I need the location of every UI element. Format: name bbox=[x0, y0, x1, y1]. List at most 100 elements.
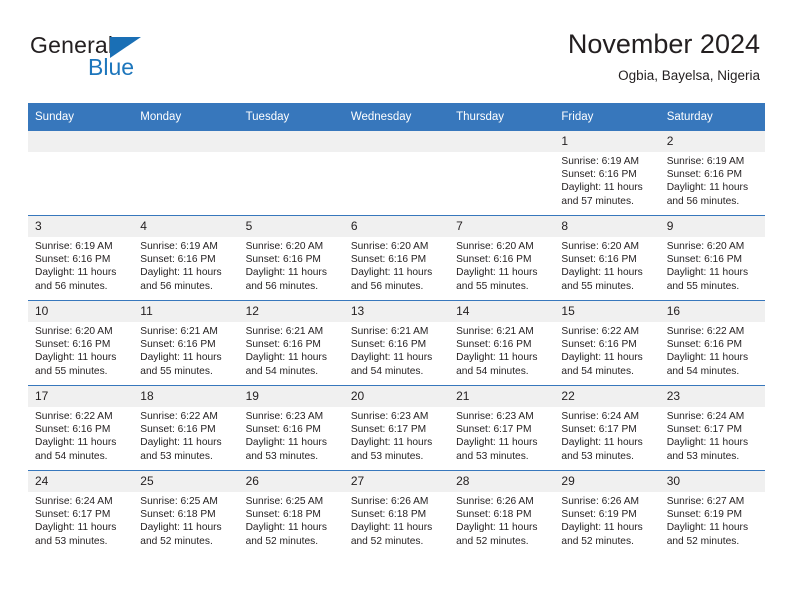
day-sunrise-text: Sunrise: 6:24 AM bbox=[561, 411, 639, 422]
day-daylight-1-text: Daylight: 11 hours bbox=[245, 437, 327, 449]
day-daylight-2-text: and 52 minutes. bbox=[561, 535, 634, 547]
calendar-day-cell[interactable]: 24 Sunrise: 6:24 AM Sunset: 6:17 PM Dayligh… bbox=[28, 470, 134, 555]
calendar-day-cell[interactable]: 30 Sunrise: 6:27 AM Sunset: 6:19 PM Dayligh… bbox=[659, 470, 765, 555]
day-number: 25 bbox=[133, 471, 239, 492]
day-sunrise-text: Sunrise: 6:21 AM bbox=[350, 326, 429, 337]
day-daylight-2-text: and 56 minutes. bbox=[350, 280, 424, 292]
day-daylight-2-text: and 54 minutes. bbox=[245, 365, 319, 377]
calendar-day-cell[interactable]: 7 Sunrise: 6:20 AM Sunset: 6:16 PM Daylight… bbox=[449, 215, 555, 301]
day-sun-info: Sunrise: 6:19 AM Sunset: 6:16 PM Daylight:… bbox=[660, 152, 765, 208]
day-sun-info: Sunrise: 6:20 AM Sunset: 6:16 PM Daylight:… bbox=[554, 237, 659, 293]
day-daylight-2-text: and 53 minutes. bbox=[245, 450, 319, 462]
day-daylight-1-text: Daylight: 11 hours bbox=[245, 522, 327, 534]
calendar-day-cell[interactable]: 21 Sunrise: 6:23 AM Sunset: 6:17 PM Dayligh… bbox=[449, 385, 555, 471]
day-sunset-text: Sunset: 6:16 PM bbox=[666, 169, 743, 181]
calendar-day-cell[interactable]: 5 Sunrise: 6:20 AM Sunset: 6:16 PM Daylight… bbox=[238, 215, 344, 301]
logo-word-blue: Blue bbox=[88, 54, 135, 80]
day-daylight-1-text: Daylight: 11 hours bbox=[561, 522, 643, 534]
calendar-day-cell[interactable]: 22 Sunrise: 6:24 AM Sunset: 6:17 PM Dayligh… bbox=[554, 385, 660, 471]
calendar-day-cell[interactable]: 25 Sunrise: 6:25 AM Sunset: 6:18 PM Dayligh… bbox=[133, 470, 239, 555]
general-blue-logo[interactable]: General Blue bbox=[30, 32, 250, 86]
day-daylight-2-text: and 54 minutes. bbox=[666, 365, 740, 377]
page-header: General Blue November 2024 Ogbia, Bayels… bbox=[0, 0, 792, 96]
location-subtitle: Ogbia, Bayelsa, Nigeria bbox=[618, 68, 760, 83]
day-sunset-text: Sunset: 6:18 PM bbox=[350, 509, 427, 521]
calendar-day-cell[interactable]: 2 Sunrise: 6:19 AM Sunset: 6:16 PM Daylight… bbox=[659, 131, 765, 216]
calendar-day-cell[interactable]: 20 Sunrise: 6:23 AM Sunset: 6:17 PM Dayligh… bbox=[343, 385, 450, 471]
day-number bbox=[133, 131, 239, 152]
day-sunset-text: Sunset: 6:16 PM bbox=[140, 339, 216, 351]
calendar-day-cell[interactable]: 18 Sunrise: 6:22 AM Sunset: 6:16 PM Dayligh… bbox=[133, 385, 239, 471]
calendar-day-cell[interactable]: 1 Sunrise: 6:19 AM Sunset: 6:16 PM Daylight… bbox=[554, 131, 660, 216]
day-sunrise-text: Sunrise: 6:21 AM bbox=[245, 326, 324, 337]
calendar-day-cell[interactable]: 9 Sunrise: 6:20 AM Sunset: 6:16 PM Daylight… bbox=[659, 215, 765, 301]
day-sunrise-text: Sunrise: 6:24 AM bbox=[35, 496, 113, 507]
day-sunset-text: Sunset: 6:17 PM bbox=[456, 424, 532, 436]
calendar-day-cell[interactable]: 16 Sunrise: 6:22 AM Sunset: 6:16 PM Dayligh… bbox=[659, 300, 765, 386]
day-daylight-2-text: and 53 minutes. bbox=[456, 450, 529, 462]
day-sunset-text: Sunset: 6:18 PM bbox=[140, 509, 216, 521]
day-sunrise-text: Sunrise: 6:23 AM bbox=[456, 411, 534, 422]
day-daylight-1-text: Daylight: 11 hours bbox=[561, 437, 643, 449]
day-daylight-1-text: Daylight: 11 hours bbox=[350, 267, 433, 279]
calendar-day-cell-empty bbox=[28, 131, 134, 216]
day-sunrise-text: Sunrise: 6:22 AM bbox=[140, 411, 218, 422]
day-daylight-1-text: Daylight: 11 hours bbox=[140, 522, 222, 534]
day-sun-info: Sunrise: 6:19 AM Sunset: 6:16 PM Daylight:… bbox=[554, 152, 659, 208]
day-sunrise-text: Sunrise: 6:20 AM bbox=[456, 241, 534, 252]
day-sunrise-text: Sunrise: 6:22 AM bbox=[561, 326, 639, 337]
day-sun-info: Sunrise: 6:24 AM Sunset: 6:17 PM Daylight:… bbox=[660, 407, 765, 463]
day-sun-info: Sunrise: 6:19 AM Sunset: 6:16 PM Daylight:… bbox=[133, 237, 238, 293]
calendar-day-cell[interactable]: 4 Sunrise: 6:19 AM Sunset: 6:16 PM Daylight… bbox=[133, 215, 239, 301]
weekday-header-thursday: Thursday bbox=[449, 103, 555, 131]
day-daylight-1-text: Daylight: 11 hours bbox=[456, 267, 538, 279]
calendar-day-cell[interactable]: 28 Sunrise: 6:26 AM Sunset: 6:18 PM Dayligh… bbox=[449, 470, 555, 555]
weekday-header-friday: Friday bbox=[554, 103, 660, 131]
calendar-week-row: 1 Sunrise: 6:19 AM Sunset: 6:16 PM Daylight… bbox=[28, 131, 765, 216]
day-daylight-2-text: and 56 minutes. bbox=[35, 280, 108, 292]
day-daylight-2-text: and 53 minutes. bbox=[140, 450, 213, 462]
calendar-day-cell[interactable]: 6 Sunrise: 6:20 AM Sunset: 6:16 PM Daylight… bbox=[343, 215, 450, 301]
day-number: 28 bbox=[449, 471, 555, 492]
calendar-day-cell-empty bbox=[343, 131, 450, 216]
calendar-day-cell[interactable]: 19 Sunrise: 6:23 AM Sunset: 6:16 PM Dayligh… bbox=[238, 385, 344, 471]
day-sunset-text: Sunset: 6:16 PM bbox=[35, 424, 111, 436]
day-sunrise-text: Sunrise: 6:23 AM bbox=[245, 411, 324, 422]
calendar-day-cell[interactable]: 23 Sunrise: 6:24 AM Sunset: 6:17 PM Dayligh… bbox=[659, 385, 765, 471]
day-daylight-2-text: and 55 minutes. bbox=[561, 280, 634, 292]
calendar-day-cell[interactable]: 14 Sunrise: 6:21 AM Sunset: 6:16 PM Dayligh… bbox=[449, 300, 555, 386]
calendar-week-row: 24 Sunrise: 6:24 AM Sunset: 6:17 PM Dayligh… bbox=[28, 470, 765, 555]
calendar-week-row: 3 Sunrise: 6:19 AM Sunset: 6:16 PM Daylight… bbox=[28, 215, 765, 301]
day-daylight-1-text: Daylight: 11 hours bbox=[35, 437, 117, 449]
calendar-day-cell[interactable]: 17 Sunrise: 6:22 AM Sunset: 6:16 PM Dayligh… bbox=[28, 385, 134, 471]
day-daylight-2-text: and 55 minutes. bbox=[456, 280, 529, 292]
day-daylight-1-text: Daylight: 11 hours bbox=[456, 437, 538, 449]
day-sun-info: Sunrise: 6:25 AM Sunset: 6:18 PM Daylight:… bbox=[239, 492, 344, 548]
day-sunrise-text: Sunrise: 6:20 AM bbox=[350, 241, 429, 252]
day-daylight-2-text: and 52 minutes. bbox=[456, 535, 529, 547]
day-number: 22 bbox=[554, 386, 660, 407]
calendar-day-cell[interactable]: 27 Sunrise: 6:26 AM Sunset: 6:18 PM Dayligh… bbox=[343, 470, 450, 555]
calendar-day-cell[interactable]: 12 Sunrise: 6:21 AM Sunset: 6:16 PM Dayligh… bbox=[238, 300, 344, 386]
day-number: 6 bbox=[343, 216, 450, 237]
day-sun-info: Sunrise: 6:20 AM Sunset: 6:16 PM Daylight:… bbox=[344, 237, 449, 293]
day-sunrise-text: Sunrise: 6:25 AM bbox=[140, 496, 218, 507]
title-block: November 2024 Ogbia, Bayelsa, Nigeria bbox=[568, 28, 760, 86]
calendar-day-cell[interactable]: 10 Sunrise: 6:20 AM Sunset: 6:16 PM Dayligh… bbox=[28, 300, 134, 386]
day-sunrise-text: Sunrise: 6:20 AM bbox=[561, 241, 639, 252]
day-sunset-text: Sunset: 6:16 PM bbox=[35, 254, 111, 266]
weekday-header-sunday: Sunday bbox=[28, 103, 134, 131]
calendar-day-cell[interactable]: 11 Sunrise: 6:21 AM Sunset: 6:16 PM Dayligh… bbox=[133, 300, 239, 386]
day-sun-info: Sunrise: 6:24 AM Sunset: 6:17 PM Daylight:… bbox=[28, 492, 133, 548]
calendar-day-cell[interactable]: 3 Sunrise: 6:19 AM Sunset: 6:16 PM Daylight… bbox=[28, 215, 134, 301]
day-number: 30 bbox=[659, 471, 765, 492]
day-sunset-text: Sunset: 6:16 PM bbox=[561, 169, 637, 181]
day-daylight-1-text: Daylight: 11 hours bbox=[140, 437, 222, 449]
calendar-day-cell[interactable]: 26 Sunrise: 6:25 AM Sunset: 6:18 PM Dayligh… bbox=[238, 470, 344, 555]
calendar-day-cell[interactable]: 15 Sunrise: 6:22 AM Sunset: 6:16 PM Dayligh… bbox=[554, 300, 660, 386]
calendar-day-cell[interactable]: 29 Sunrise: 6:26 AM Sunset: 6:19 PM Dayligh… bbox=[554, 470, 660, 555]
day-number: 9 bbox=[659, 216, 765, 237]
calendar-day-cell[interactable]: 13 Sunrise: 6:21 AM Sunset: 6:16 PM Dayligh… bbox=[343, 300, 450, 386]
calendar-day-cell[interactable]: 8 Sunrise: 6:20 AM Sunset: 6:16 PM Daylight… bbox=[554, 215, 660, 301]
day-sunrise-text: Sunrise: 6:20 AM bbox=[245, 241, 324, 252]
